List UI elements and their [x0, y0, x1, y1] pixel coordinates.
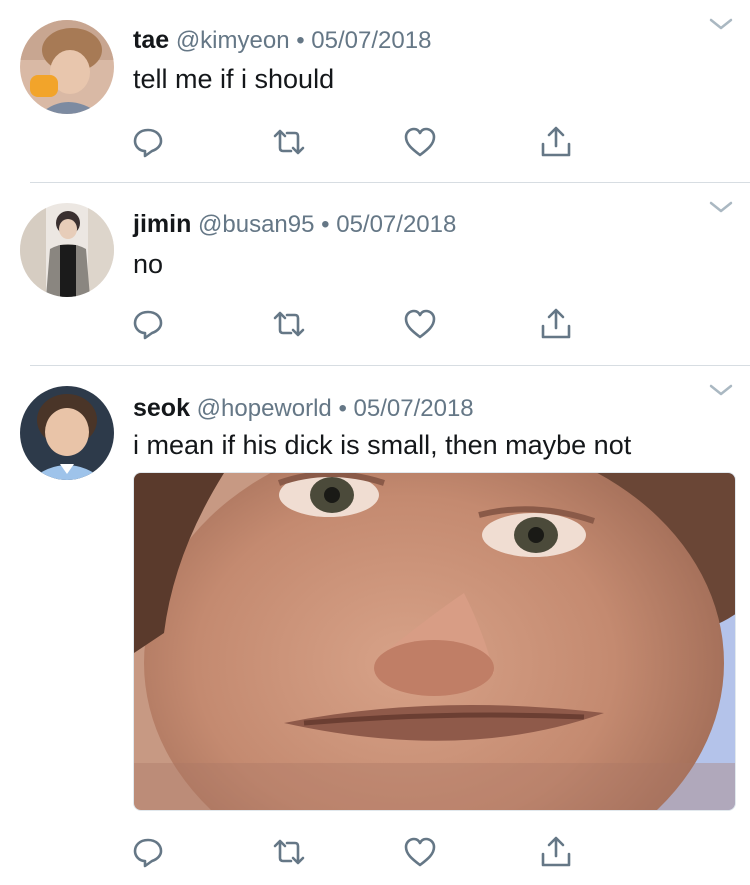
- timestamp[interactable]: 05/07/2018: [336, 211, 456, 238]
- tweet-header: tae @kimyeon • 05/07/2018: [133, 26, 431, 55]
- timestamp[interactable]: 05/07/2018: [311, 27, 431, 54]
- share-icon[interactable]: [538, 306, 574, 342]
- share-icon[interactable]: [538, 124, 574, 160]
- avatar-image: [20, 386, 114, 480]
- tweet-text: no: [133, 249, 164, 279]
- avatar-image: [20, 203, 114, 297]
- tweet-header: seok @hopeworld • 05/07/2018: [133, 394, 474, 423]
- tweet-actions: [0, 834, 750, 874]
- handle[interactable]: @busan95: [198, 211, 314, 238]
- retweet-icon[interactable]: [271, 306, 307, 342]
- avatar[interactable]: [20, 20, 114, 114]
- chevron-down-icon[interactable]: [708, 199, 734, 215]
- separator: •: [321, 211, 330, 238]
- display-name[interactable]: seok: [133, 394, 190, 422]
- chevron-down-icon[interactable]: [708, 382, 734, 398]
- avatar-image: [20, 20, 114, 114]
- like-icon[interactable]: [402, 124, 438, 160]
- tweet[interactable]: jimin @busan95 • 05/07/2018 no: [0, 183, 750, 365]
- tweet[interactable]: tae @kimyeon • 05/07/2018 tell me if i s…: [0, 0, 750, 182]
- chevron-down-icon[interactable]: [708, 16, 734, 32]
- tweet-actions: [0, 124, 750, 164]
- tweet-header: jimin @busan95 • 05/07/2018: [133, 210, 456, 239]
- timestamp[interactable]: 05/07/2018: [354, 395, 474, 422]
- like-icon[interactable]: [402, 834, 438, 870]
- display-name[interactable]: jimin: [133, 210, 191, 238]
- like-icon[interactable]: [402, 306, 438, 342]
- tweet-text: i mean if his dick is small, then maybe …: [133, 430, 632, 460]
- avatar[interactable]: [20, 203, 114, 297]
- avatar[interactable]: [20, 386, 114, 480]
- separator: •: [296, 27, 305, 54]
- handle[interactable]: @hopeworld: [197, 395, 332, 422]
- reply-icon[interactable]: [130, 306, 166, 342]
- share-icon[interactable]: [538, 834, 574, 870]
- display-name[interactable]: tae: [133, 26, 169, 54]
- tweet-text: tell me if i should: [133, 64, 335, 94]
- reply-icon[interactable]: [130, 124, 166, 160]
- tweet-actions: [0, 306, 750, 346]
- retweet-icon[interactable]: [271, 124, 307, 160]
- handle[interactable]: @kimyeon: [176, 27, 290, 54]
- face-photo: [134, 473, 735, 810]
- retweet-icon[interactable]: [271, 834, 307, 870]
- tweet-media-image[interactable]: [133, 472, 736, 811]
- separator: •: [338, 395, 347, 422]
- reply-icon[interactable]: [130, 834, 166, 870]
